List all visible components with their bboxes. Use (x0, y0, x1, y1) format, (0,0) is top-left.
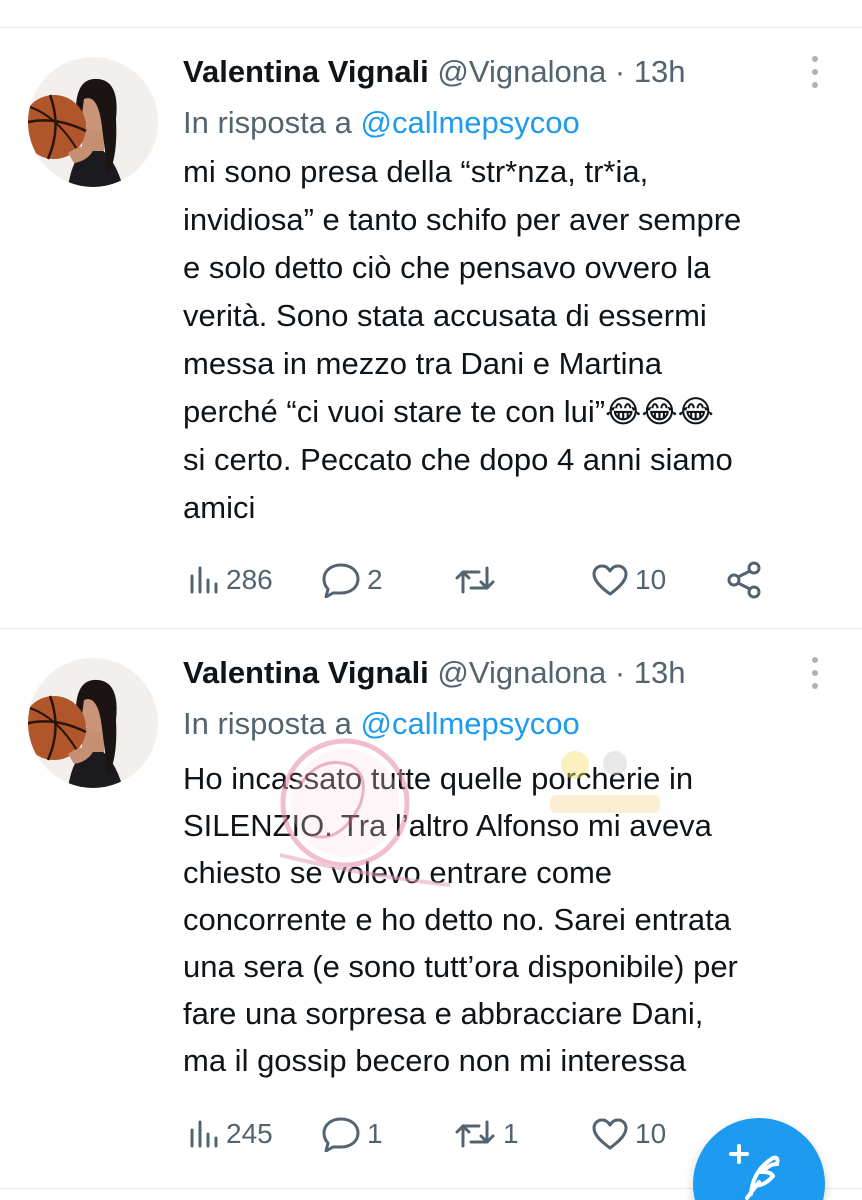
reply-button[interactable]: 1 (321, 1112, 383, 1156)
bar-chart-icon (190, 566, 218, 594)
author-handle[interactable]: @Vignalona (437, 54, 606, 89)
share-icon (727, 561, 761, 599)
more-vertical-icon[interactable] (800, 655, 830, 691)
tweet[interactable]: Valentina Vignali @Vignalona · 13h In ri… (0, 28, 862, 628)
tweet-text: mi sono presa della “str*nza, tr*ia, inv… (183, 148, 843, 532)
reply-label: In risposta a (183, 105, 352, 140)
reply-button[interactable]: 2 (321, 558, 383, 602)
tweet-text-line: e solo detto ciò che pensavo ovvero la (183, 250, 711, 285)
tweet-text-line: si certo. Peccato che dopo 4 anni siamo (183, 442, 733, 477)
reply-label: In risposta a (183, 706, 352, 741)
reply-context: In risposta a @callmepsycoo (183, 102, 580, 144)
retweet-icon (455, 1120, 495, 1148)
speech-bubble-icon (322, 563, 360, 598)
more-vertical-icon[interactable] (800, 54, 830, 90)
reply-count: 2 (367, 564, 383, 595)
tweet-text-line: perché “ci vuoi stare te con lui”😂😂😂 (183, 394, 714, 429)
tweet-text-line: amici (183, 490, 256, 525)
separator-dot: · (614, 54, 626, 89)
like-button[interactable]: 10 (591, 1112, 666, 1156)
author-name[interactable]: Valentina Vignali (183, 655, 429, 690)
reply-mention[interactable]: @callmepsycoo (361, 706, 580, 741)
bar-chart-icon (190, 1120, 218, 1148)
speech-bubble-icon (322, 1117, 360, 1152)
tweet-text-line: Ho incassato tutte quelle porcherie in (183, 761, 694, 796)
tweet-text-line: chiesto se volevo entrare come (183, 855, 613, 890)
retweet-button[interactable]: 1 (453, 1112, 519, 1156)
views-count: 245 (226, 1118, 273, 1149)
tweet-text-line: mi sono presa della “str*nza, tr*ia, (183, 154, 649, 189)
tweet-text-line: SILENZIO. Tra l’altro Alfonso mi aveva (183, 808, 712, 843)
views-button[interactable]: 286 (188, 558, 273, 602)
retweet-icon (455, 566, 495, 594)
separator-dot: · (614, 655, 626, 690)
tweet-text-line: messa in mezzo tra Dani e Martina (183, 346, 662, 381)
share-button[interactable] (726, 558, 762, 602)
timestamp[interactable]: 13h (634, 54, 686, 89)
reply-context: In risposta a @callmepsycoo (183, 703, 580, 745)
avatar[interactable] (28, 658, 158, 788)
tweet-actions: 286 2 10 (183, 558, 833, 602)
tweet-text-line: concorrente e ho detto no. Sarei entrata (183, 902, 732, 937)
views-count: 286 (226, 564, 273, 595)
like-button[interactable]: 10 (591, 558, 666, 602)
retweet-count: 1 (503, 1118, 519, 1149)
like-count: 10 (635, 1118, 667, 1149)
heart-icon (592, 1118, 628, 1150)
timestamp[interactable]: 13h (634, 655, 686, 690)
tweet-text-line: verità. Sono stata accusata di essermi (183, 298, 707, 333)
views-button[interactable]: 245 (188, 1112, 273, 1156)
tweet-text-line: una sera (e sono tutt’ora disponibile) p… (183, 949, 738, 984)
retweet-button[interactable] (453, 558, 503, 602)
reply-mention[interactable]: @callmepsycoo (361, 105, 580, 140)
tweet[interactable]: Valentina Vignali @Vignalona · 13h In ri… (0, 629, 862, 1200)
tweet-text-line: ma il gossip becero non mi interessa (183, 1043, 687, 1078)
compose-feather-icon (729, 1144, 780, 1200)
reply-count: 1 (367, 1118, 383, 1149)
tweet-text: Ho incassato tutte quelle porcherie in S… (183, 755, 843, 1084)
like-count: 10 (635, 564, 667, 595)
author-name[interactable]: Valentina Vignali (183, 54, 429, 89)
tweet-text-line: invidiosa” e tanto schifo per aver sempr… (183, 202, 742, 237)
tweet-header: Valentina Vignali @Vignalona · 13h (183, 653, 686, 693)
avatar[interactable] (28, 57, 158, 187)
tweet-text-line: fare una sorpresa e abbracciare Dani, (183, 996, 704, 1031)
heart-icon (592, 564, 628, 596)
tweet-header: Valentina Vignali @Vignalona · 13h (183, 52, 686, 92)
author-handle[interactable]: @Vignalona (437, 655, 606, 690)
